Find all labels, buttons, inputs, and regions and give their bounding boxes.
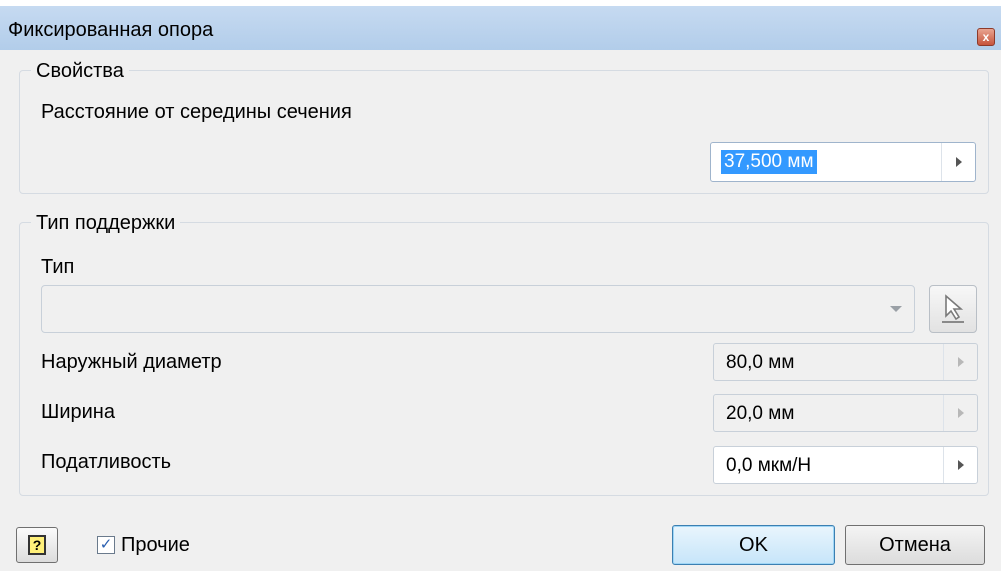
select-from-model-button[interactable] <box>929 285 977 333</box>
window-title: Фиксированная опора <box>8 19 214 41</box>
outer-diameter-field: 80,0 мм <box>713 343 978 381</box>
chevron-right-icon <box>957 460 964 470</box>
width-label: Ширина <box>41 401 115 423</box>
distance-arrow-button[interactable] <box>941 143 975 181</box>
chevron-down-icon <box>890 306 902 312</box>
title-bar: Фиксированная опора x <box>0 6 1001 50</box>
close-icon: x <box>982 30 990 44</box>
chevron-right-icon <box>957 408 964 418</box>
cursor-pick-icon <box>942 294 964 323</box>
compliance-arrow-button[interactable] <box>943 447 977 483</box>
support-type-group-legend: Тип поддержки <box>31 211 181 235</box>
outer-diameter-value: 80,0 мм <box>726 352 795 373</box>
chevron-right-icon <box>957 357 964 367</box>
width-value: 20,0 мм <box>726 403 795 424</box>
compliance-input[interactable]: 0,0 мкм/Н <box>713 446 978 484</box>
width-arrow-button <box>943 395 977 431</box>
compliance-value: 0,0 мкм/Н <box>726 455 812 476</box>
other-checkbox[interactable]: ✓ <box>97 536 115 554</box>
help-button[interactable]: ? <box>16 527 58 563</box>
compliance-label: Податливость <box>41 451 172 473</box>
distance-input[interactable]: 37,500 мм <box>710 142 976 182</box>
width-field: 20,0 мм <box>713 394 978 432</box>
ok-button[interactable]: OK <box>672 525 835 565</box>
distance-value: 37,500 мм <box>721 150 817 174</box>
close-button[interactable]: x <box>977 28 995 46</box>
type-select[interactable] <box>41 285 915 333</box>
type-label: Тип <box>41 256 75 278</box>
cancel-button[interactable]: Отмена <box>845 525 985 565</box>
other-checkbox-label[interactable]: Прочие <box>121 533 190 557</box>
outer-diameter-label: Наружный диаметр <box>41 351 222 373</box>
outer-diameter-arrow-button <box>943 344 977 380</box>
help-icon: ? <box>28 535 46 555</box>
distance-label: Расстояние от середины сечения <box>41 101 352 123</box>
chevron-right-icon <box>955 157 962 167</box>
properties-group-legend: Свойства <box>31 59 129 83</box>
